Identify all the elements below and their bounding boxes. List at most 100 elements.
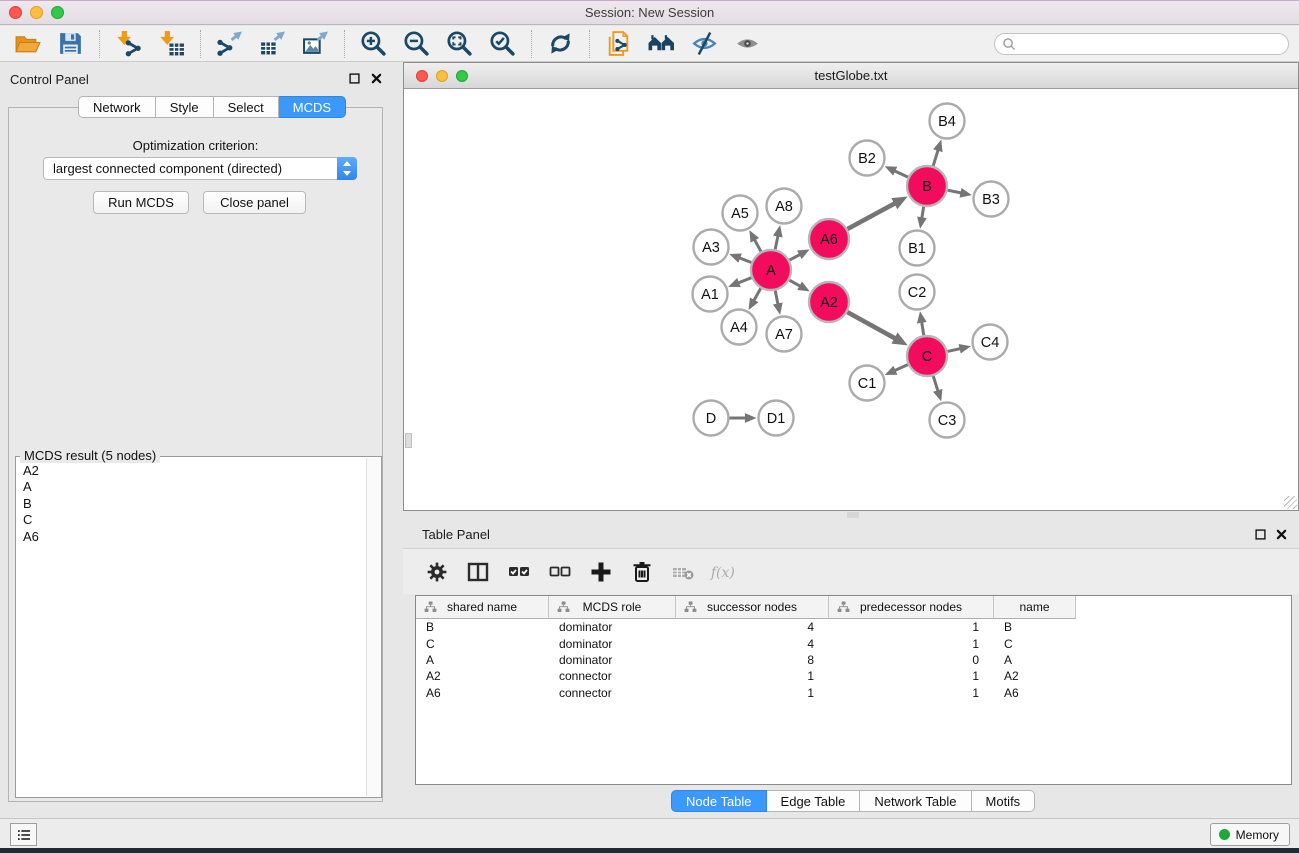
column-header-shared-name[interactable]: shared name <box>416 596 549 619</box>
network-window-titlebar[interactable]: testGlobe.txt <box>404 63 1298 89</box>
table-cell[interactable]: B <box>994 620 1076 634</box>
graph-node-B1[interactable]: B1 <box>900 231 935 266</box>
mcds-result-scrollbar[interactable] <box>366 458 380 796</box>
criterion-dropdown[interactable]: largest connected component (directed) <box>43 157 357 180</box>
table-cell[interactable]: A6 <box>994 686 1076 700</box>
export-table-icon[interactable] <box>253 28 292 60</box>
network-canvas[interactable]: B4B2BB3B1A5A8A6A3AA1C2A4A7A2CC4C1C3DD1 <box>404 90 1298 510</box>
tab-network[interactable]: Network <box>78 96 156 118</box>
zoom-in-icon[interactable] <box>354 28 393 60</box>
table-cell[interactable]: 1 <box>829 620 994 634</box>
table-row[interactable]: A2connector11A2 <box>416 668 1291 684</box>
tab-node-table[interactable]: Node Table <box>671 790 767 812</box>
tab-style[interactable]: Style <box>156 96 214 118</box>
first-neighbors-icon[interactable] <box>642 28 681 60</box>
table-row[interactable]: Cdominator41C <box>416 635 1291 651</box>
graph-node-A[interactable]: A <box>751 250 791 290</box>
table-row[interactable]: Adominator80A <box>416 652 1291 668</box>
delete-columns-icon[interactable] <box>628 558 656 586</box>
table-close-panel-icon[interactable] <box>1276 527 1287 545</box>
network-graph[interactable]: B4B2BB3B1A5A8A6A3AA1C2A4A7A2CC4C1C3DD1 <box>404 90 1298 511</box>
float-panel-icon[interactable] <box>348 72 361 85</box>
mcds-result-item[interactable]: A6 <box>17 529 366 545</box>
select-all-rows-icon[interactable] <box>505 558 533 586</box>
search-input[interactable] <box>1017 35 1288 53</box>
table-cell[interactable]: A6 <box>416 686 549 700</box>
memory-button[interactable]: Memory <box>1210 823 1290 846</box>
tab-mcds[interactable]: MCDS <box>279 96 346 118</box>
graph-node-C3[interactable]: C3 <box>930 403 965 438</box>
table-cell[interactable]: 1 <box>829 637 994 651</box>
table-cell[interactable]: A <box>416 653 549 667</box>
show-panels-button[interactable] <box>10 823 37 846</box>
table-cell[interactable]: 1 <box>676 686 829 700</box>
table-cell[interactable]: A2 <box>416 669 549 683</box>
save-session-icon[interactable] <box>51 28 90 60</box>
mcds-result-item[interactable]: B <box>17 496 366 512</box>
graph-node-D1[interactable]: D1 <box>759 401 794 436</box>
graph-node-A2[interactable]: A2 <box>809 282 849 322</box>
table-cell[interactable]: dominator <box>549 637 676 651</box>
mcds-result-item[interactable]: A <box>17 479 366 495</box>
graph-node-C4[interactable]: C4 <box>973 325 1008 360</box>
zoom-out-icon[interactable] <box>397 28 436 60</box>
graph-node-B2[interactable]: B2 <box>850 141 885 176</box>
graph-node-B[interactable]: B <box>907 166 947 206</box>
table-row[interactable]: A6connector11A6 <box>416 685 1291 701</box>
graph-node-C1[interactable]: C1 <box>850 366 885 401</box>
canvas-scroll-stub-left[interactable] <box>405 433 412 448</box>
column-header-successor-nodes[interactable]: successor nodes <box>676 596 829 619</box>
table-cell[interactable]: 8 <box>676 653 829 667</box>
deselect-all-rows-icon[interactable] <box>546 558 574 586</box>
zoom-fit-icon[interactable] <box>440 28 479 60</box>
export-image-icon[interactable] <box>296 28 335 60</box>
mcds-result-item[interactable]: A2 <box>17 463 366 479</box>
table-cell[interactable]: C <box>416 637 549 651</box>
table-cell[interactable]: 1 <box>676 669 829 683</box>
graph-node-B4[interactable]: B4 <box>930 104 965 139</box>
hide-selected-graphics-icon[interactable] <box>685 28 724 60</box>
column-header-predecessor-nodes[interactable]: predecessor nodes <box>829 596 994 619</box>
open-file-icon[interactable] <box>8 28 47 60</box>
table-cell[interactable]: A <box>994 653 1076 667</box>
canvas-scroll-stub-bottom[interactable] <box>847 512 859 518</box>
close-panel-icon[interactable] <box>370 72 383 85</box>
table-float-panel-icon[interactable] <box>1255 527 1266 545</box>
tab-network-table[interactable]: Network Table <box>860 790 971 812</box>
graph-node-B3[interactable]: B3 <box>974 182 1009 217</box>
import-table-icon[interactable] <box>152 28 191 60</box>
graph-node-C[interactable]: C <box>907 336 947 376</box>
table-cell[interactable]: connector <box>549 686 676 700</box>
column-header-name[interactable]: name <box>994 596 1076 619</box>
graph-node-A8[interactable]: A8 <box>767 189 802 224</box>
window-resize-grip[interactable] <box>1284 496 1297 509</box>
table-cell[interactable]: 1 <box>829 669 994 683</box>
zoom-selected-icon[interactable] <box>483 28 522 60</box>
graph-node-A7[interactable]: A7 <box>767 317 802 352</box>
show-graphics-details-icon[interactable] <box>728 28 767 60</box>
add-column-icon[interactable] <box>587 558 615 586</box>
table-cell[interactable]: dominator <box>549 620 676 634</box>
apply-layout-icon[interactable] <box>541 28 580 60</box>
table-cell[interactable]: 4 <box>676 637 829 651</box>
graph-node-A4[interactable]: A4 <box>722 310 757 345</box>
tab-edge-table[interactable]: Edge Table <box>767 790 861 812</box>
export-network-icon[interactable] <box>210 28 249 60</box>
split-panel-icon[interactable] <box>464 558 492 586</box>
table-cell[interactable]: C <box>994 637 1076 651</box>
table-cell[interactable]: connector <box>549 669 676 683</box>
graph-node-C2[interactable]: C2 <box>900 275 935 310</box>
import-network-icon[interactable] <box>109 28 148 60</box>
table-settings-icon[interactable] <box>423 558 451 586</box>
graph-node-D[interactable]: D <box>694 401 729 436</box>
table-cell[interactable]: B <box>416 620 549 634</box>
table-cell[interactable]: 4 <box>676 620 829 634</box>
run-mcds-button[interactable]: Run MCDS <box>93 191 189 214</box>
table-row[interactable]: Bdominator41B <box>416 619 1291 635</box>
table-cell[interactable]: A2 <box>994 669 1076 683</box>
new-network-from-selection-icon[interactable] <box>599 28 638 60</box>
table-cell[interactable]: 1 <box>829 686 994 700</box>
table-cell[interactable]: dominator <box>549 653 676 667</box>
tab-select[interactable]: Select <box>214 96 279 118</box>
table-cell[interactable]: 0 <box>829 653 994 667</box>
